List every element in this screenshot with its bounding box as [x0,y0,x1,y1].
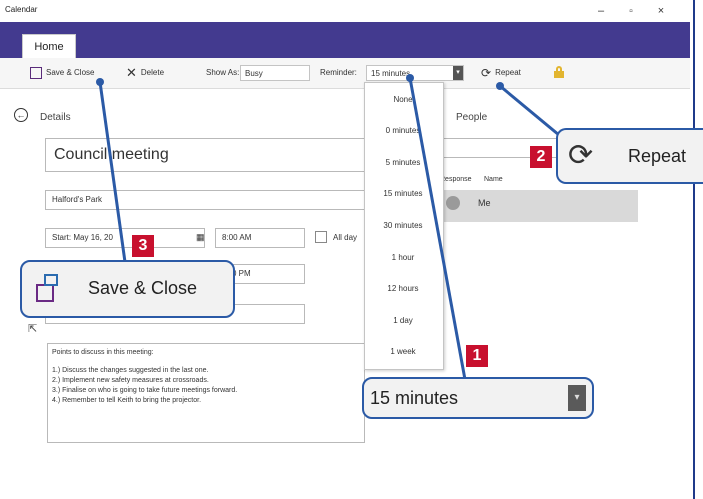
pointer-dot-1 [406,74,414,82]
pointer-line-3 [98,81,127,263]
pointer-line-2 [499,84,566,142]
chevron-down-icon: ▾ [568,385,586,411]
callout-badge-3: 3 [132,235,154,257]
callout-badge-1: 1 [466,345,488,367]
save-icon [36,274,60,302]
callout-repeat: ⟳ Repeat [556,128,703,184]
pointer-dot-3 [96,78,104,86]
callout-save-close: Save & Close [20,260,235,318]
callout-pointers [96,74,566,386]
callout-repeat-text: Repeat [628,146,687,166]
pointer-line-1 [408,77,468,386]
callout-reminder: 15 minutes ▾ [362,377,594,419]
callout-reminder-text: 15 minutes [370,388,459,408]
callout-save-close-text: Save & Close [88,278,198,298]
pointer-dot-2 [496,82,504,90]
callout-badge-2: 2 [530,146,552,168]
repeat-icon: ⟳ [568,139,594,172]
